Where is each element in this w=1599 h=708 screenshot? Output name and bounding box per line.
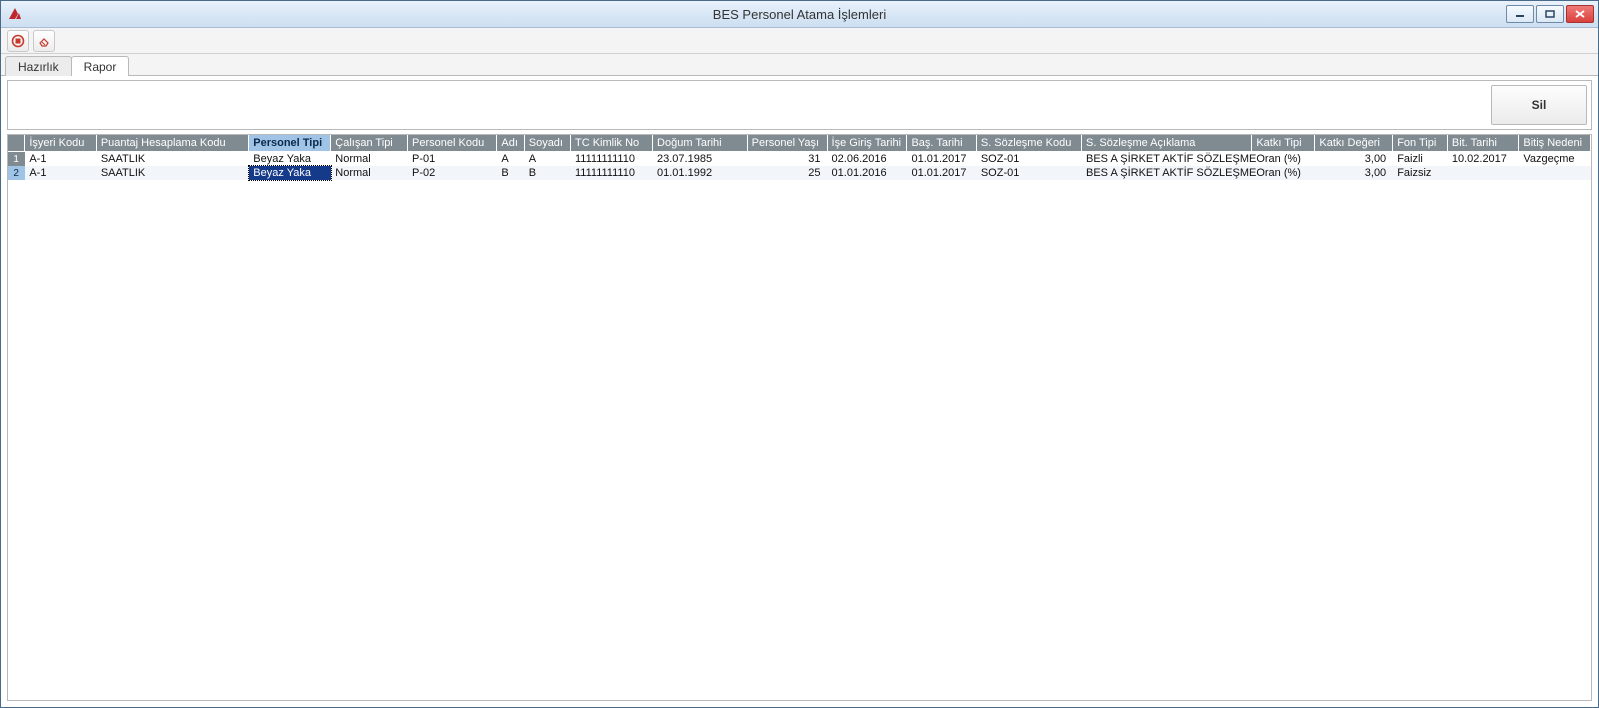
grid-header-cell[interactable]: Puantaj Hesaplama Kodu [96, 135, 248, 152]
close-button[interactable] [1566, 5, 1594, 23]
grid-cell[interactable]: A-1 [25, 152, 97, 167]
grid-header-cell[interactable]: İşyeri Kodu [25, 135, 97, 152]
grid-cell[interactable]: Faizsiz [1393, 166, 1448, 180]
grid-cell[interactable]: SOZ-01 [976, 152, 1081, 167]
toolbar [1, 28, 1598, 54]
grid-header-cell[interactable]: Katkı Tipi [1252, 135, 1315, 152]
grid-cell[interactable]: Oran (%) [1252, 152, 1315, 167]
data-grid[interactable]: İşyeri KoduPuantaj Hesaplama KoduPersone… [7, 134, 1592, 701]
tabs: Hazırlık Rapor [1, 54, 1598, 76]
grid-cell[interactable]: 10.02.2017 [1447, 152, 1519, 167]
grid-cell[interactable]: Normal [331, 166, 408, 180]
grid-cell[interactable]: 3,00 [1315, 152, 1393, 167]
grid-cell[interactable]: 25 [747, 166, 827, 180]
grid-cell[interactable]: 01.01.2016 [827, 166, 907, 180]
maximize-button[interactable] [1536, 5, 1564, 23]
grid-header-cell[interactable]: Fon Tipi [1393, 135, 1448, 152]
grid-cell[interactable]: B [524, 166, 570, 180]
grid-cell[interactable]: A [497, 152, 524, 167]
grid-cell[interactable]: Oran (%) [1252, 166, 1315, 180]
grid-cell[interactable]: 01.01.1992 [653, 166, 748, 180]
grid-header-cell[interactable]: Baş. Tarihi [907, 135, 976, 152]
grid-cell[interactable]: 01.01.2017 [907, 166, 976, 180]
grid-header-row[interactable]: İşyeri KoduPuantaj Hesaplama KoduPersone… [8, 135, 1591, 152]
grid-cell[interactable]: 3,00 [1315, 166, 1393, 180]
grid-cell[interactable]: BES A ŞİRKET AKTİF SÖZLEŞME [1081, 152, 1251, 167]
table-row[interactable]: 1A-1SAATLIKBeyaz YakaNormalP-01AA1111111… [8, 152, 1591, 167]
table-row[interactable]: 2A-1SAATLIKBeyaz YakaNormalP-02BB1111111… [8, 166, 1591, 180]
grid-header-cell[interactable]: TC Kimlik No [571, 135, 653, 152]
action-panel: Sil [7, 80, 1592, 130]
clear-button[interactable] [33, 30, 55, 52]
grid-cell[interactable]: SAATLIK [96, 166, 248, 180]
grid-cell[interactable]: P-01 [408, 152, 497, 167]
grid-cell[interactable]: A-1 [25, 166, 97, 180]
stop-button[interactable] [7, 30, 29, 52]
delete-button[interactable]: Sil [1491, 85, 1587, 125]
grid-cell[interactable]: 01.01.2017 [907, 152, 976, 167]
grid-cell[interactable]: 11111111110 [571, 152, 653, 167]
window-title: BES Personel Atama İşlemleri [1, 7, 1598, 22]
grid-cell[interactable]: 31 [747, 152, 827, 167]
grid-cell[interactable]: SOZ-01 [976, 166, 1081, 180]
grid-cell[interactable]: 11111111110 [571, 166, 653, 180]
grid-cell[interactable]: Beyaz Yaka [249, 152, 331, 167]
grid-header-cell[interactable]: Soyadı [524, 135, 570, 152]
grid-cell[interactable]: Vazgeçme [1519, 152, 1591, 167]
row-number-cell[interactable]: 2 [8, 166, 25, 180]
grid-cell[interactable]: Beyaz Yaka [249, 166, 331, 180]
tab-rapor[interactable]: Rapor [71, 56, 130, 76]
grid-cell[interactable]: B [497, 166, 524, 180]
grid-header-cell[interactable]: Doğum Tarihi [653, 135, 748, 152]
app-window: BES Personel Atama İşlemleri Hazırlık Ra… [0, 0, 1599, 708]
titlebar[interactable]: BES Personel Atama İşlemleri [1, 1, 1598, 28]
grid-cell[interactable]: P-02 [408, 166, 497, 180]
grid-header-cell[interactable]: Çalışan Tipi [331, 135, 408, 152]
grid-header-cell[interactable]: Adı [497, 135, 524, 152]
grid-cell[interactable]: Normal [331, 152, 408, 167]
grid-cell[interactable]: Faizli [1393, 152, 1448, 167]
grid-table[interactable]: İşyeri KoduPuantaj Hesaplama KoduPersone… [8, 135, 1591, 180]
grid-header-cell[interactable]: Bit. Tarihi [1447, 135, 1519, 152]
grid-header-cell[interactable]: Personel Yaşı [747, 135, 827, 152]
grid-header-cell[interactable]: Bitiş Nedeni [1519, 135, 1591, 152]
grid-header-cell[interactable]: S. Sözleşme Açıklama [1081, 135, 1251, 152]
grid-header-cell[interactable] [8, 135, 25, 152]
row-number-cell[interactable]: 1 [8, 152, 25, 167]
grid-header-cell[interactable]: İşe Giriş Tarihi [827, 135, 907, 152]
grid-cell[interactable]: A [524, 152, 570, 167]
grid-cell[interactable] [1519, 166, 1591, 180]
grid-header-cell[interactable]: Katkı Değeri [1315, 135, 1393, 152]
grid-cell[interactable]: BES A ŞİRKET AKTİF SÖZLEŞME [1081, 166, 1251, 180]
grid-header-cell[interactable]: Personel Kodu [408, 135, 497, 152]
grid-cell[interactable]: 23.07.1985 [653, 152, 748, 167]
app-logo-icon [7, 6, 23, 22]
content-area: Sil İşyeri KoduPuantaj Hesaplama KoduPer… [1, 76, 1598, 707]
grid-cell[interactable] [1447, 166, 1519, 180]
tab-hazirlik[interactable]: Hazırlık [5, 56, 72, 76]
grid-header-cell[interactable]: Personel Tipi [249, 135, 331, 152]
grid-cell[interactable]: SAATLIK [96, 152, 248, 167]
minimize-button[interactable] [1506, 5, 1534, 23]
grid-header-cell[interactable]: S. Sözleşme Kodu [976, 135, 1081, 152]
grid-cell[interactable]: 02.06.2016 [827, 152, 907, 167]
